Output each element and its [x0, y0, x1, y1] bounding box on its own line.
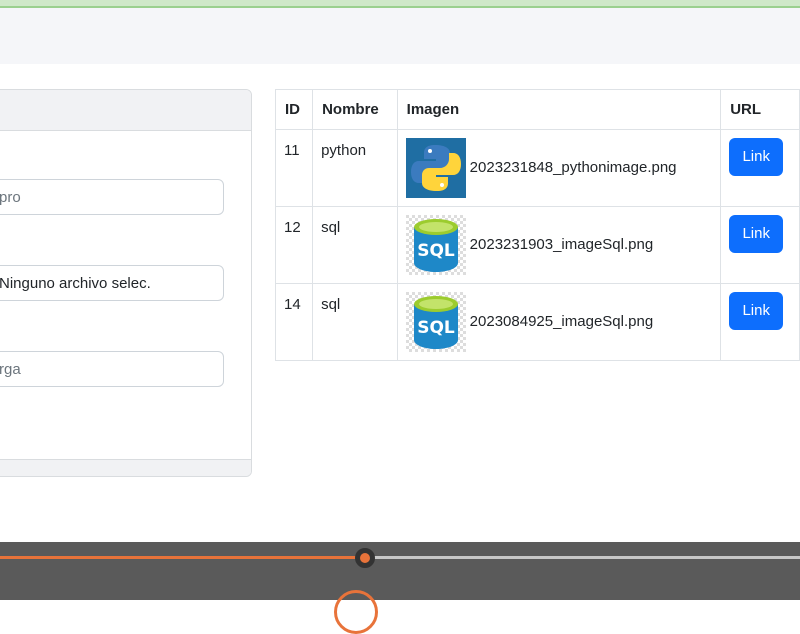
- header-nombre: Nombre: [312, 89, 398, 130]
- table-row: 11 python 2023231848_pythonimage.png Lin…: [274, 129, 800, 207]
- image-filename: 2023084925_imageSql.png: [469, 313, 654, 330]
- sql-database-icon: SQL: [405, 291, 466, 352]
- card-header: [0, 90, 251, 131]
- video-player-bar: [0, 542, 800, 600]
- name-input[interactable]: pro: [0, 179, 224, 215]
- row-id: 14: [284, 296, 301, 313]
- file-input[interactable]: Ninguno archivo selec.: [0, 265, 224, 301]
- images-table: ID Nombre Imagen URL 11 python 202323184…: [274, 89, 800, 361]
- navbar: [0, 8, 800, 64]
- svg-text:SQL: SQL: [417, 241, 455, 261]
- name-input-placeholder: pro: [0, 189, 21, 206]
- table-row: 14 sql SQL 2023084925_imageSql.png Link: [274, 283, 800, 361]
- seek-handle[interactable]: [354, 548, 375, 568]
- card-footer: [0, 459, 251, 476]
- row-name: sql: [321, 219, 341, 236]
- header-url: URL: [720, 89, 800, 130]
- row-id: 11: [284, 142, 300, 159]
- third-input-placeholder: rga: [0, 361, 21, 378]
- file-input-status: Ninguno archivo selec.: [0, 275, 151, 292]
- link-button[interactable]: Link: [729, 292, 784, 330]
- sql-database-icon: SQL: [405, 214, 466, 275]
- top-accent-line: [0, 0, 800, 8]
- row-name: sql: [321, 296, 341, 313]
- link-button[interactable]: Link: [729, 138, 784, 176]
- player-logo-icon: [334, 590, 378, 634]
- header-id: ID: [274, 89, 314, 130]
- header-imagen: Imagen: [396, 89, 722, 130]
- image-filename: 2023231848_pythonimage.png: [469, 159, 677, 176]
- python-logo-icon: [405, 137, 466, 198]
- link-button[interactable]: Link: [729, 215, 784, 253]
- table-header-row: ID Nombre Imagen URL: [274, 89, 800, 130]
- seek-progress: [0, 556, 365, 559]
- third-input[interactable]: rga: [0, 351, 224, 387]
- image-filename: 2023231903_imageSql.png: [469, 236, 654, 253]
- table-row: 12 sql SQL 2023231903_imageSql.png Link: [274, 206, 800, 284]
- svg-text:SQL: SQL: [417, 318, 455, 338]
- row-name: python: [321, 142, 367, 159]
- upload-form-card: pro Ninguno archivo selec. rga: [0, 89, 252, 477]
- row-id: 12: [284, 219, 301, 236]
